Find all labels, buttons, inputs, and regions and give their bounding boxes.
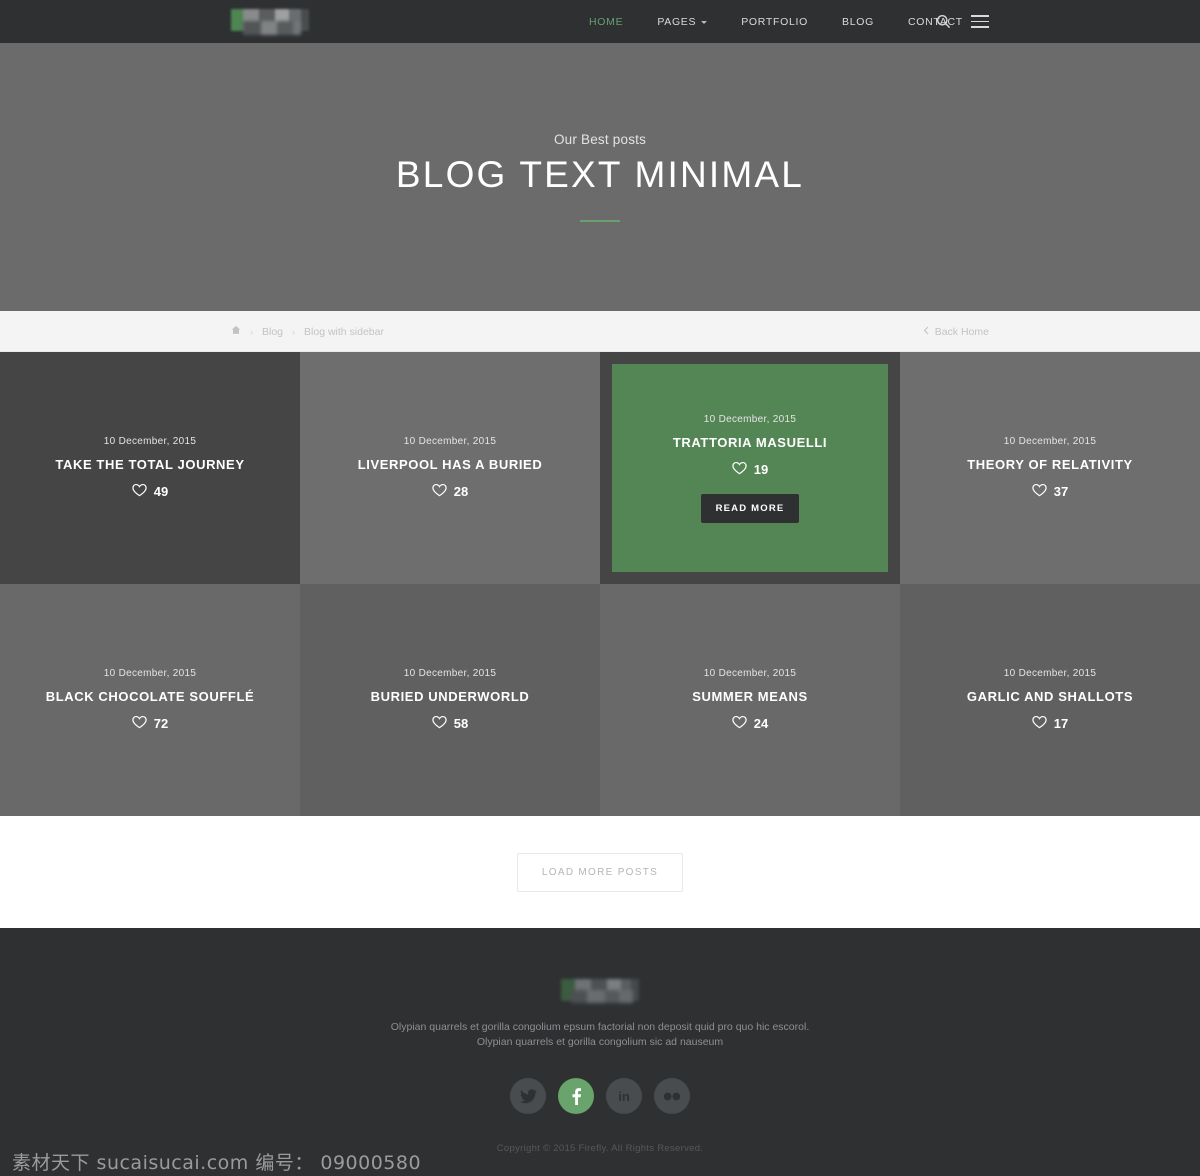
post-title: GARLIC AND SHALLOTS <box>966 689 1134 704</box>
heart-icon <box>132 483 147 500</box>
heart-icon <box>432 715 447 732</box>
nav-label: HOME <box>589 15 624 28</box>
post-tile[interactable]: 10 December, 2015 BURIED UNDERWORLD 58 <box>300 584 600 816</box>
breadcrumb-bar: › Blog › Blog with sidebar Back Home <box>0 311 1200 352</box>
like-count: 19 <box>753 461 769 477</box>
footer-description-line-1: Olypian quarrels et gorilla congolium ep… <box>390 1021 810 1033</box>
like-count: 24 <box>753 716 769 731</box>
post-tile[interactable]: 10 December, 2015 LIVERPOOL HAS A BURIED… <box>300 352 600 584</box>
header-actions <box>936 0 989 43</box>
post-date: 10 December, 2015 <box>1003 668 1097 679</box>
social-links: in <box>510 1078 690 1114</box>
post-date: 10 December, 2015 <box>703 413 797 425</box>
post-likes[interactable]: 37 <box>1032 483 1068 500</box>
footer-description-line-2: Olypian quarrels et gorilla congolium si… <box>476 1036 724 1048</box>
post-likes[interactable]: 58 <box>432 715 468 732</box>
nav-item-portfolio[interactable]: PORTFOLIO <box>724 16 825 28</box>
heart-icon <box>1032 483 1047 500</box>
post-title: TAKE THE TOTAL JOURNEY <box>55 457 245 472</box>
breadcrumb-item-current: Blog with sidebar <box>304 325 384 338</box>
post-date: 10 December, 2015 <box>103 668 197 679</box>
post-likes[interactable]: 17 <box>1032 715 1068 732</box>
firefly-footer-logo[interactable] <box>561 979 639 1001</box>
site-header: HOME PAGES PORTFOLIO BLOG CONTACT <box>0 0 1200 43</box>
facebook-icon[interactable] <box>558 1078 594 1114</box>
stock-site-watermark: 素材天下 sucaisucai.com 编号： 09000580 <box>12 1152 422 1174</box>
post-title: BURIED UNDERWORLD <box>370 689 530 704</box>
copyright-text: Copyright © 2015 Firefly. All Rights Res… <box>496 1143 704 1154</box>
site-footer: Olypian quarrels et gorilla congolium ep… <box>0 928 1200 1176</box>
post-likes[interactable]: 49 <box>132 483 168 500</box>
post-likes[interactable]: 19 <box>732 461 768 478</box>
firefly-logo[interactable] <box>231 9 309 31</box>
post-date: 10 December, 2015 <box>1003 436 1097 447</box>
post-title: TRATTORIA MASUELLI <box>672 434 828 450</box>
post-likes[interactable]: 24 <box>732 715 768 732</box>
main-navigation: HOME PAGES PORTFOLIO BLOG CONTACT <box>572 0 980 43</box>
twitter-icon[interactable] <box>510 1078 546 1114</box>
nav-item-home[interactable]: HOME <box>572 16 640 28</box>
post-tile[interactable]: 10 December, 2015 BLACK CHOCOLATE SOUFFL… <box>0 584 300 816</box>
like-count: 49 <box>153 484 169 499</box>
back-home-label: Back Home <box>934 325 989 338</box>
post-title: BLACK CHOCOLATE SOUFFLÉ <box>45 689 255 704</box>
post-title: LIVERPOOL HAS A BURIED <box>357 457 543 472</box>
post-tile[interactable]: 10 December, 2015 SUMMER MEANS 24 <box>600 584 900 816</box>
heart-icon <box>1032 715 1047 732</box>
post-date: 10 December, 2015 <box>703 668 797 679</box>
post-likes[interactable]: 72 <box>132 715 168 732</box>
home-icon[interactable] <box>231 325 241 338</box>
like-count: 37 <box>1053 484 1069 499</box>
nav-item-pages[interactable]: PAGES <box>640 16 724 28</box>
heart-icon <box>432 483 447 500</box>
post-tile-active[interactable]: 10 December, 2015 TRATTORIA MASUELLI 19 … <box>600 352 900 584</box>
load-more-posts-button[interactable]: LOAD MORE POSTS <box>516 852 684 892</box>
post-tile[interactable]: 10 December, 2015 THEORY OF RELATIVITY 3… <box>900 352 1200 584</box>
read-more-button[interactable]: READ MORE <box>700 493 800 523</box>
nav-item-blog[interactable]: BLOG <box>825 16 891 28</box>
linkedin-icon[interactable]: in <box>606 1078 642 1114</box>
hero-banner: Our Best posts BLOG TEXT MINIMAL <box>0 43 1200 311</box>
heart-icon <box>132 715 147 732</box>
chevron-down-icon <box>701 21 708 24</box>
breadcrumb-separator: › <box>292 326 296 337</box>
nav-label: PORTFOLIO <box>741 15 809 28</box>
heart-icon <box>732 461 747 478</box>
load-more-section: LOAD MORE POSTS <box>0 816 1200 928</box>
breadcrumb-separator: › <box>250 326 253 337</box>
post-title: THEORY OF RELATIVITY <box>967 457 1133 472</box>
post-date: 10 December, 2015 <box>403 436 497 447</box>
breadcrumb: › Blog › Blog with sidebar <box>231 311 384 352</box>
like-count: 28 <box>453 484 469 499</box>
hero-divider <box>580 219 620 222</box>
nav-label: PAGES <box>657 15 697 28</box>
chevron-left-icon <box>923 326 929 338</box>
post-likes[interactable]: 28 <box>432 483 468 500</box>
post-grid: 10 December, 2015 TAKE THE TOTAL JOURNEY… <box>0 352 1200 816</box>
back-home-link[interactable]: Back Home <box>923 311 989 352</box>
post-tile[interactable]: 10 December, 2015 GARLIC AND SHALLOTS 17 <box>900 584 1200 816</box>
post-tile[interactable]: 10 December, 2015 TAKE THE TOTAL JOURNEY… <box>0 352 300 584</box>
page-title: BLOG TEXT MINIMAL <box>395 154 805 196</box>
post-date: 10 December, 2015 <box>103 436 197 447</box>
hero-subtitle: Our Best posts <box>553 132 647 148</box>
hamburger-menu-icon[interactable] <box>971 15 989 28</box>
like-count: 72 <box>153 716 169 731</box>
like-count: 17 <box>1053 716 1069 731</box>
heart-icon <box>732 715 747 732</box>
nav-label: BLOG <box>842 15 874 28</box>
post-date: 10 December, 2015 <box>403 668 497 679</box>
search-icon[interactable] <box>936 14 951 29</box>
like-count: 58 <box>453 716 469 731</box>
post-title: SUMMER MEANS <box>692 689 808 704</box>
breadcrumb-item-blog[interactable]: Blog <box>262 326 283 338</box>
flickr-icon[interactable] <box>654 1078 690 1114</box>
